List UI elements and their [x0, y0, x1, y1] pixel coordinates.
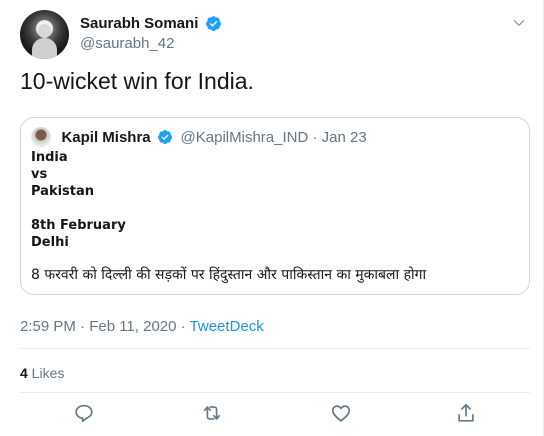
- retweet-icon[interactable]: [201, 402, 223, 424]
- likes-label: Likes: [27, 365, 65, 381]
- reply-icon[interactable]: [73, 402, 95, 424]
- quoted-hindi-line: 8 फरवरी को दिल्ली की सड़कों पर हिंदुस्ता…: [31, 267, 427, 283]
- author-display-name[interactable]: Saurabh Somani: [80, 14, 198, 33]
- quoted-tweet-body: India vs Pakistan 8th February Delhi: [31, 149, 126, 251]
- chevron-down-icon[interactable]: [512, 16, 526, 30]
- tweet-text: 10-wicket win for India.: [20, 68, 254, 94]
- author-name-block: Saurabh Somani @saurabh_42: [80, 14, 222, 53]
- quoted-author-handle-date: @KapilMishra_IND · Jan 23: [180, 128, 367, 146]
- tweet-timestamp[interactable]: 2:59 PM · Feb 11, 2020 ·: [20, 318, 190, 335]
- share-icon[interactable]: [455, 402, 477, 424]
- quoted-line: India: [31, 150, 68, 165]
- author-handle[interactable]: @saurabh_42: [80, 34, 222, 53]
- quoted-line: 8th February: [31, 218, 126, 233]
- quoted-tweet-header: Kapil Mishra @KapilMishra_IND · Jan 23: [31, 127, 367, 147]
- divider: [20, 348, 530, 349]
- tweet-header: Saurabh Somani @saurabh_42: [20, 10, 530, 60]
- quoted-tweet[interactable]: Kapil Mishra @KapilMishra_IND · Jan 23 I…: [20, 117, 530, 295]
- quoted-author-name: Kapil Mishra: [61, 128, 151, 146]
- tweet-meta: 2:59 PM · Feb 11, 2020 · TweetDeck: [20, 318, 264, 336]
- likes-stat[interactable]: 4 Likes: [20, 364, 64, 382]
- tweet-card: Saurabh Somani @saurabh_42 10-wicket win…: [0, 0, 544, 436]
- verified-badge-icon: [158, 130, 173, 144]
- quoted-line-blank: [31, 200, 126, 217]
- author-avatar[interactable]: [20, 10, 69, 59]
- tweet-source-link[interactable]: TweetDeck: [190, 318, 264, 335]
- tweet-actions-bar: [20, 398, 530, 426]
- quoted-line: vs: [31, 167, 48, 182]
- avatar-head-shape: [38, 24, 51, 38]
- verified-badge-icon: [205, 16, 221, 31]
- likes-count: 4: [20, 365, 28, 381]
- quoted-line: Delhi: [31, 235, 69, 250]
- avatar-body-shape: [32, 38, 57, 59]
- heart-icon[interactable]: [330, 402, 352, 424]
- divider: [20, 392, 530, 393]
- quoted-author-avatar: [31, 127, 51, 147]
- quoted-line: Pakistan: [31, 184, 95, 199]
